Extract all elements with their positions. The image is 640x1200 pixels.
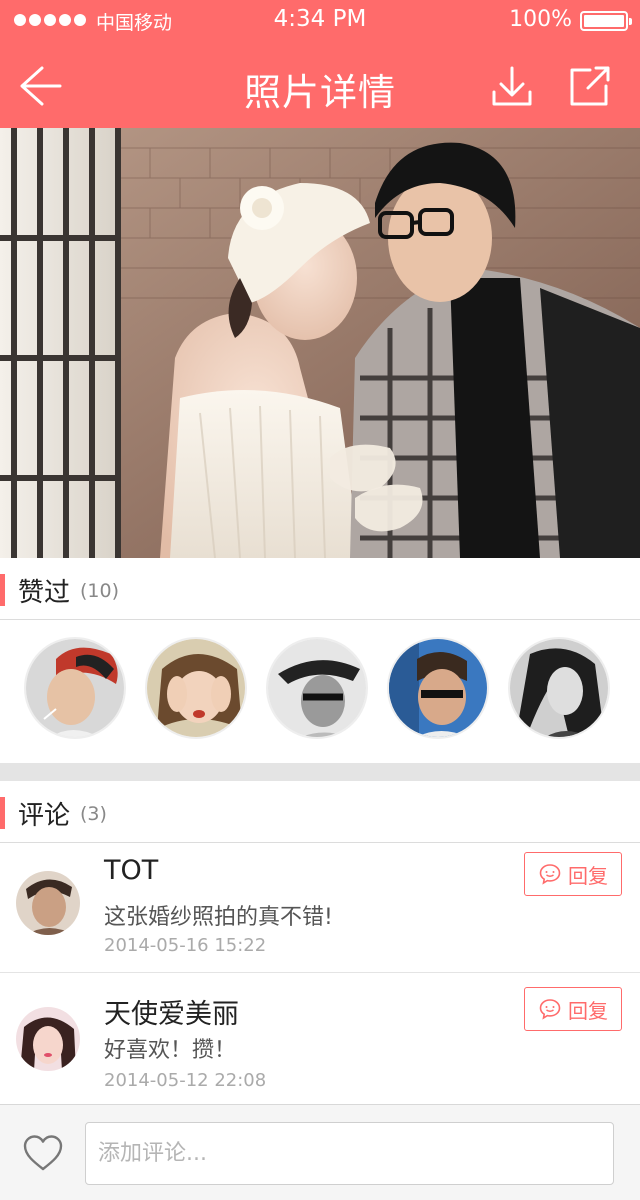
likes-avatar-row: [0, 622, 640, 762]
comments-title: 评论: [18, 801, 71, 831]
comment-bar: [0, 1104, 640, 1200]
comments-header: 评论 (3): [0, 781, 640, 843]
comments-count: (3): [80, 803, 107, 825]
comment-text: 好喜欢！攒！: [104, 1038, 237, 1063]
commenter-avatar[interactable]: [16, 1007, 80, 1071]
app-header: 中国移动 4:34 PM 100% 照片详情: [0, 0, 640, 128]
section-accent-bar: [0, 574, 5, 606]
battery-percent: 100%: [509, 7, 572, 32]
download-button[interactable]: [486, 62, 538, 112]
section-divider: [0, 763, 640, 781]
likes-header: 赞过 (10): [0, 558, 640, 620]
liker-avatar[interactable]: [508, 637, 610, 739]
reply-label: 回复: [568, 863, 608, 888]
commenter-name[interactable]: TOT: [104, 855, 158, 886]
battery-icon: [580, 11, 632, 31]
page-title: 照片详情: [244, 71, 396, 114]
section-accent-bar: [0, 797, 5, 829]
comment-time: 2014-05-16 15:22: [104, 935, 267, 956]
chat-bubble-icon: [539, 999, 561, 1020]
likes-title: 赞过: [18, 578, 71, 608]
liker-avatar[interactable]: [24, 637, 126, 739]
comment-item: 天使爱美丽 好喜欢！攒！ 2014-05-12 22:08 回复: [0, 974, 640, 1104]
share-icon: [570, 66, 610, 106]
comment-text: 这张婚纱照拍的真不错!: [104, 905, 333, 930]
reply-button[interactable]: 回复: [524, 987, 622, 1031]
reply-label: 回复: [568, 998, 608, 1023]
heart-icon: [23, 1135, 63, 1171]
download-icon: [492, 66, 532, 106]
status-bar: 中国移动 4:34 PM 100%: [0, 0, 640, 40]
comment-time: 2014-05-12 22:08: [104, 1070, 267, 1091]
commenter-name[interactable]: 天使爱美丽: [104, 992, 239, 1031]
wedding-photo-image: [0, 128, 640, 558]
chat-bubble-icon: [539, 864, 561, 885]
share-button[interactable]: [564, 62, 616, 112]
reply-button[interactable]: 回复: [524, 852, 622, 896]
comment-input[interactable]: [85, 1122, 614, 1185]
commenter-avatar[interactable]: [16, 871, 80, 935]
likes-count: (10): [80, 580, 120, 602]
liker-avatar[interactable]: [266, 637, 368, 739]
liker-avatar[interactable]: [145, 637, 247, 739]
wedding-photo[interactable]: [0, 128, 640, 558]
liker-avatar[interactable]: [387, 637, 489, 739]
like-button[interactable]: [22, 1133, 64, 1173]
comment-item: TOT 这张婚纱照拍的真不错! 2014-05-16 15:22 回复: [0, 843, 640, 973]
